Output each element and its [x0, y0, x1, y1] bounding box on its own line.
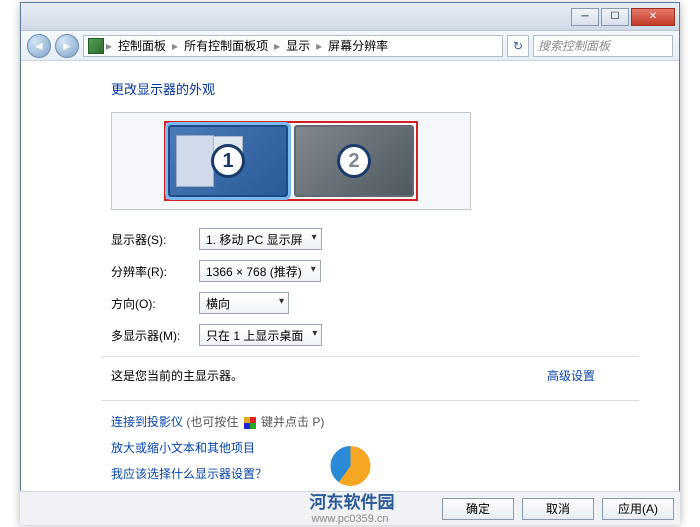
control-panel-icon: [88, 38, 104, 54]
maximize-button[interactable]: ☐: [601, 8, 629, 26]
monitor-preview-area: 1 2 检测(C) 识别(I): [111, 112, 639, 210]
monitor-1[interactable]: 1: [168, 125, 288, 197]
highlight-frame: 1 2: [164, 121, 418, 201]
breadcrumb-item[interactable]: 控制面板: [114, 37, 170, 54]
refresh-button[interactable]: ↻: [507, 35, 529, 57]
divider: [101, 356, 639, 357]
help-links: 连接到投影仪 (也可按住 键并点击 P) 放大或缩小文本和其他项目 我应该选择什…: [111, 413, 639, 482]
search-placeholder: 搜索控制面板: [538, 37, 610, 54]
help-settings-link[interactable]: 我应该选择什么显示器设置？: [111, 465, 639, 482]
projector-link[interactable]: 连接到投影仪 (也可按住 键并点击 P): [111, 413, 639, 430]
ok-button[interactable]: 确定: [442, 498, 514, 520]
page-heading: 更改显示器的外观: [111, 79, 639, 98]
scale-text-link[interactable]: 放大或缩小文本和其他项目: [111, 439, 639, 456]
divider: [101, 400, 639, 401]
close-button[interactable]: ✕: [631, 8, 675, 26]
breadcrumb-bar[interactable]: ▸ 控制面板 ▸ 所有控制面板项 ▸ 显示 ▸ 屏幕分辨率: [83, 35, 503, 57]
resolution-label: 分辨率(R):: [111, 263, 199, 280]
resolution-row: 分辨率(R): 1366 × 768 (推荐): [111, 260, 639, 282]
breadcrumb-item[interactable]: 所有控制面板项: [180, 37, 272, 54]
orientation-label: 方向(O):: [111, 295, 199, 312]
resolution-dropdown[interactable]: 1366 × 768 (推荐): [199, 260, 321, 282]
primary-monitor-status: 这是您当前的主显示器。: [111, 369, 243, 383]
display-dropdown[interactable]: 1. 移动 PC 显示屏: [199, 228, 322, 250]
multi-display-label: 多显示器(M):: [111, 327, 199, 344]
display-row: 显示器(S): 1. 移动 PC 显示屏: [111, 228, 639, 250]
nav-forward-button[interactable]: ►: [55, 34, 79, 58]
content-area: 更改显示器的外观 1 2 检测(C) 识别(I) 显示器(S):: [21, 61, 679, 490]
display-label: 显示器(S):: [111, 231, 199, 248]
breadcrumb-sep-icon: ▸: [106, 39, 112, 53]
advanced-settings-link[interactable]: 高级设置: [547, 367, 595, 384]
orientation-row: 方向(O): 横向: [111, 292, 639, 314]
orientation-dropdown[interactable]: 横向: [199, 292, 289, 314]
window-titlebar: ─ ☐ ✕: [21, 3, 679, 31]
control-panel-window: ─ ☐ ✕ ◄ ► ▸ 控制面板 ▸ 所有控制面板项 ▸ 显示 ▸ 屏幕分辨率 …: [20, 2, 680, 523]
monitor-number-badge: 2: [337, 144, 371, 178]
breadcrumb-sep-icon: ▸: [274, 39, 280, 53]
monitor-arrangement-box[interactable]: 1 2: [111, 112, 471, 210]
multi-display-row: 多显示器(M): 只在 1 上显示桌面: [111, 324, 639, 346]
breadcrumb-item[interactable]: 显示: [282, 37, 314, 54]
search-input[interactable]: 搜索控制面板: [533, 35, 673, 57]
breadcrumb-item[interactable]: 屏幕分辨率: [324, 37, 392, 54]
minimize-button[interactable]: ─: [571, 8, 599, 26]
desktop-thumbnail-icon: [176, 135, 214, 187]
navigation-bar: ◄ ► ▸ 控制面板 ▸ 所有控制面板项 ▸ 显示 ▸ 屏幕分辨率 ↻ 搜索控制…: [21, 31, 679, 61]
dialog-footer: 确定 取消 应用(A): [20, 491, 680, 525]
multi-display-dropdown[interactable]: 只在 1 上显示桌面: [199, 324, 322, 346]
status-row: 这是您当前的主显示器。 高级设置: [111, 367, 639, 384]
breadcrumb-sep-icon: ▸: [172, 39, 178, 53]
windows-logo-icon: [244, 417, 256, 429]
apply-button[interactable]: 应用(A): [602, 498, 674, 520]
monitor-2[interactable]: 2: [294, 125, 414, 197]
breadcrumb-sep-icon: ▸: [316, 39, 322, 53]
cancel-button[interactable]: 取消: [522, 498, 594, 520]
monitor-number-badge: 1: [211, 144, 245, 178]
nav-back-button[interactable]: ◄: [27, 34, 51, 58]
